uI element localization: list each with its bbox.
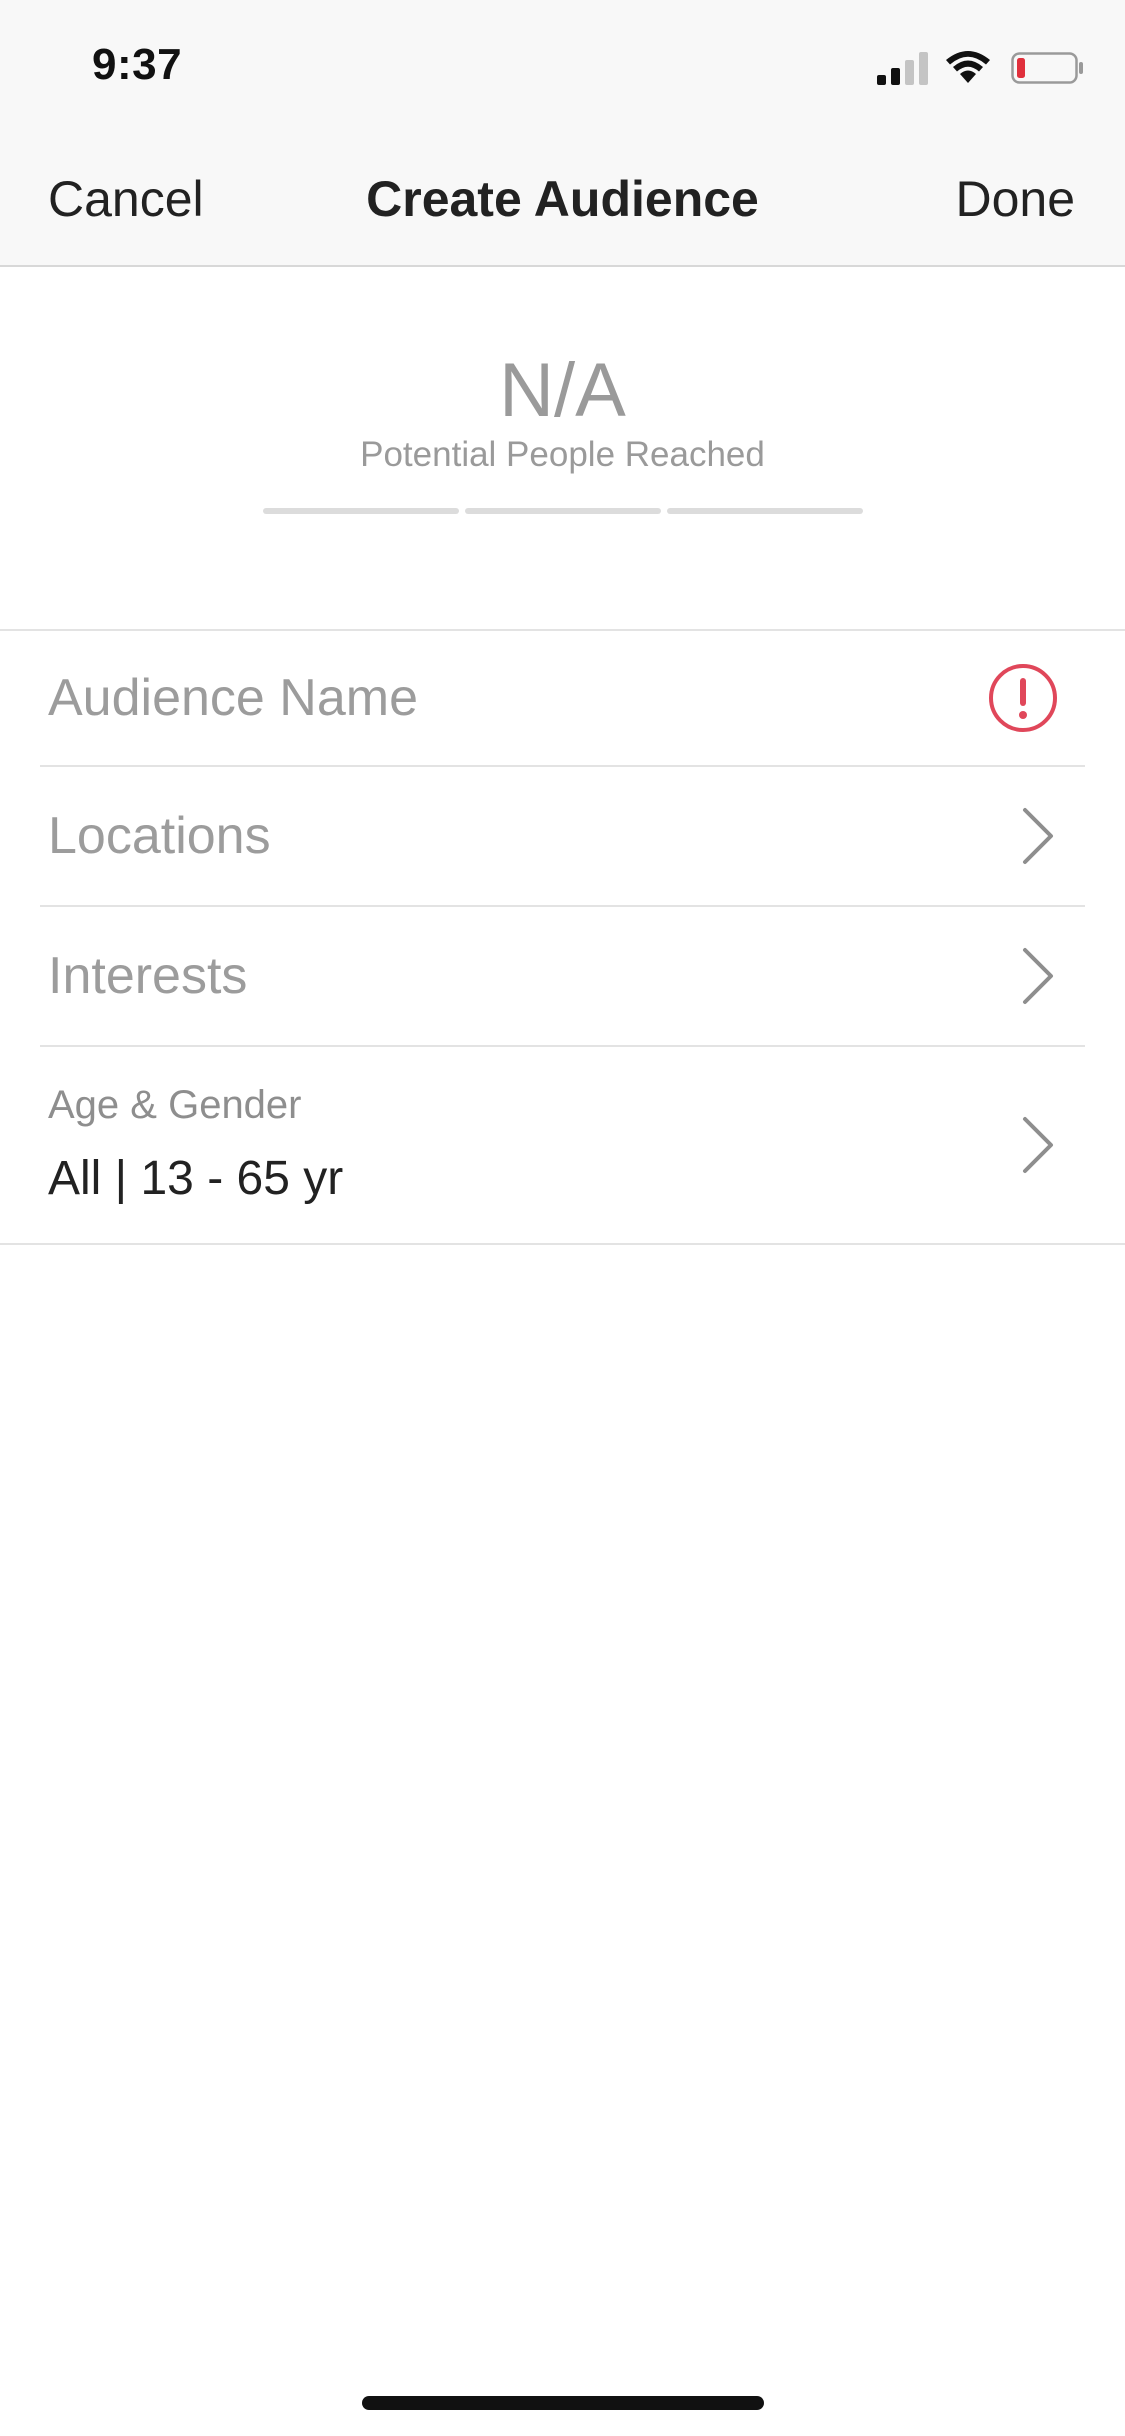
- page-title: Create Audience: [366, 171, 759, 227]
- locations-label: Locations: [48, 807, 271, 865]
- reach-value: N/A: [499, 348, 626, 433]
- done-button[interactable]: Done: [955, 170, 1075, 228]
- wifi-icon: [945, 51, 991, 85]
- reach-label: Potential People Reached: [360, 435, 765, 474]
- age-gender-label: Age & Gender: [48, 1083, 302, 1127]
- age-gender-row[interactable]: Age & Gender All | 13 - 65 yr: [40, 1047, 1085, 1243]
- age-gender-value: All | 13 - 65 yr: [48, 1152, 344, 1205]
- home-indicator[interactable]: [362, 2396, 764, 2410]
- cancel-button[interactable]: Cancel: [48, 170, 204, 228]
- reach-meter-segment: [465, 508, 661, 514]
- interests-label: Interests: [48, 947, 248, 1005]
- locations-row[interactable]: Locations: [40, 767, 1085, 907]
- reach-meter: [263, 508, 863, 514]
- cellular-signal-icon: [877, 51, 929, 85]
- audience-form: Audience Name Locations Interests Age & …: [0, 629, 1125, 1245]
- status-icons: [877, 48, 1085, 88]
- chevron-right-icon: [1021, 1115, 1055, 1175]
- battery-low-icon: [1011, 51, 1085, 85]
- reach-meter-segment: [263, 508, 459, 514]
- chevron-right-icon: [1021, 946, 1055, 1006]
- chevron-right-icon: [1021, 806, 1055, 866]
- top-bar: 9:37 Cancel Create Audience Done: [0, 0, 1125, 267]
- audience-name-row[interactable]: Audience Name: [40, 631, 1085, 767]
- status-time: 9:37: [92, 40, 183, 89]
- reach-summary: N/A Potential People Reached: [0, 267, 1125, 629]
- interests-row[interactable]: Interests: [40, 907, 1085, 1047]
- audience-name-input[interactable]: Audience Name: [48, 668, 418, 728]
- reach-meter-segment: [667, 508, 863, 514]
- alert-circle-icon: [987, 662, 1059, 734]
